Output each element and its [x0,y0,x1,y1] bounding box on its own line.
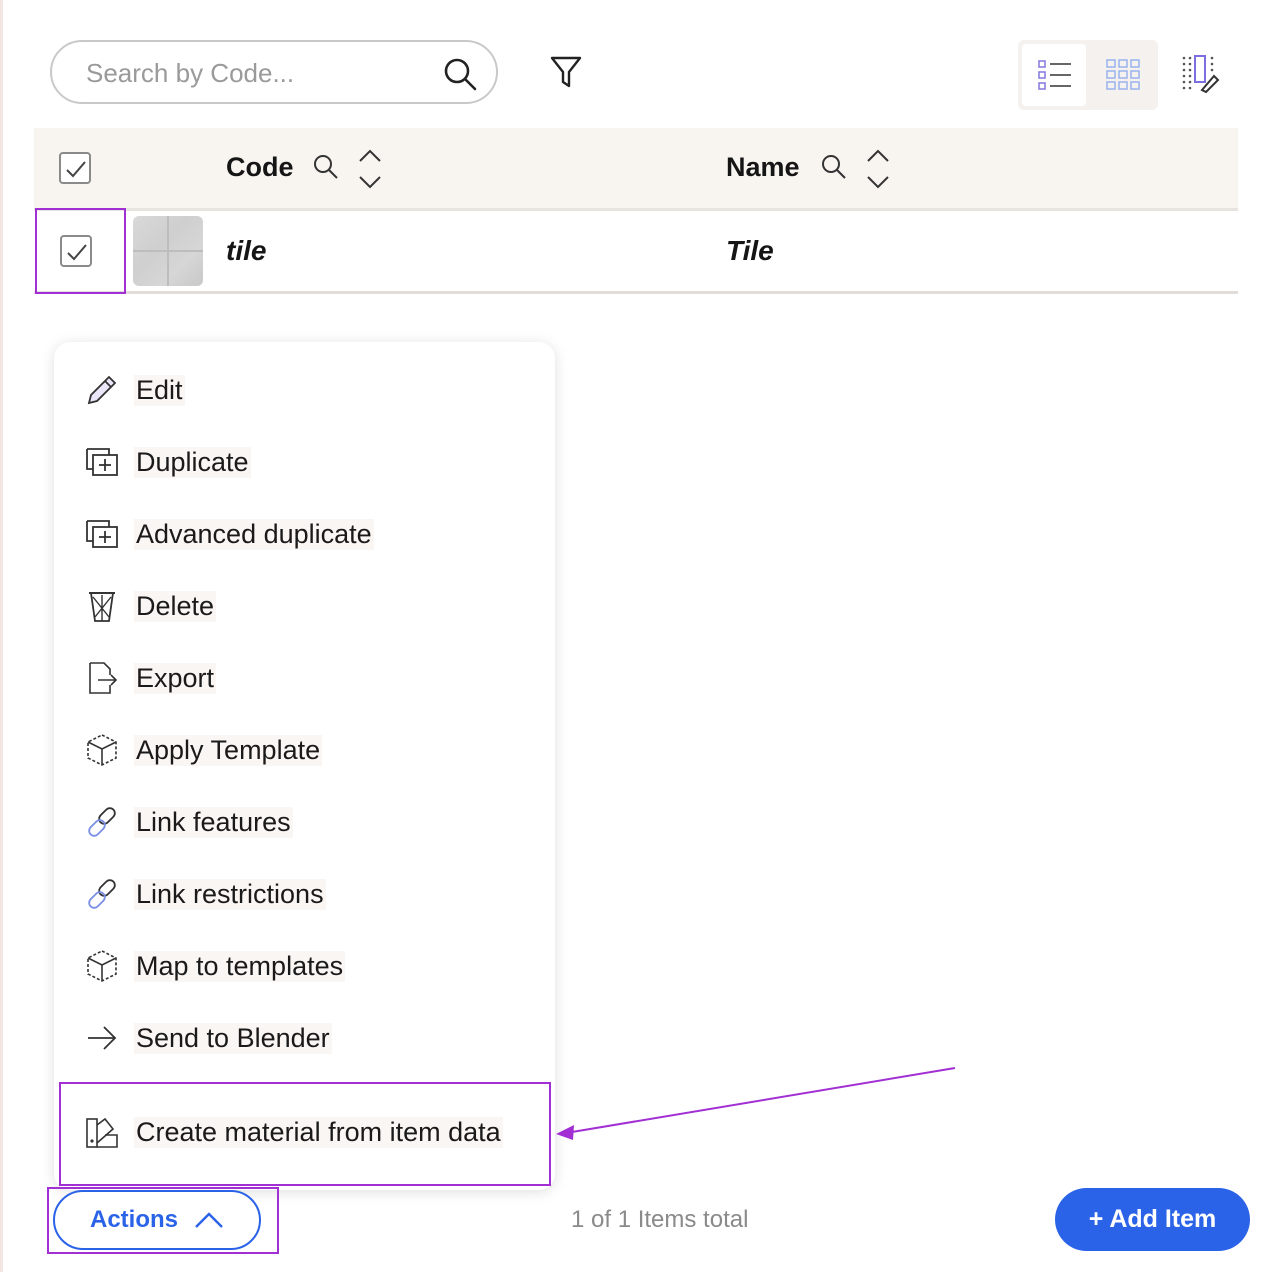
cell-name: Tile [726,235,774,266]
items-count: 1 of 1 Items total [571,1206,749,1233]
search-icon[interactable] [442,56,478,92]
chevron-up-icon [195,1212,223,1228]
cube-icon [87,734,117,766]
actions-button-label: Actions [89,1206,178,1233]
cell-code: tile [226,235,267,266]
menu-item-duplicate[interactable]: Duplicate [82,440,251,484]
duplicate-icon [86,520,118,548]
checkmark-icon [66,161,86,178]
menu-item-apply-template[interactable]: Apply Template [82,728,323,772]
sort-icon[interactable] [357,148,383,190]
list-view-icon [1038,60,1071,90]
cube-icon [87,950,117,982]
sort-icon[interactable] [865,148,891,190]
menu-item-link-features[interactable]: Link features [82,800,293,844]
column-header-code[interactable]: Code [226,152,294,183]
search-box[interactable] [50,40,498,104]
trash-icon [89,592,115,622]
link-icon [88,807,116,837]
item-thumbnail [133,216,203,286]
pencil-icon [87,375,117,405]
filter-icon[interactable] [548,54,584,92]
menu-item-export[interactable]: Export [82,656,217,700]
view-toggle [1018,40,1158,110]
menu-item-advanced-duplicate[interactable]: Advanced duplicate [82,512,374,556]
menu-item-send-to-blender[interactable]: Send to Blender [82,1016,332,1060]
grid-view-icon [1106,59,1140,90]
left-border [0,0,3,1272]
column-header-name[interactable]: Name [726,152,800,183]
add-item-label: + Add Item [1088,1205,1217,1233]
duplicate-icon [86,448,118,476]
select-all-checkbox[interactable] [59,152,91,184]
edit-columns-icon[interactable] [1180,54,1220,94]
export-icon [89,662,118,694]
arrow-right-icon [88,1026,117,1050]
annotation-highlight-checkbox [35,208,126,294]
grid-view-button[interactable] [1090,44,1154,106]
table-header [34,128,1238,211]
add-item-button[interactable]: + Add Item [1055,1188,1250,1251]
table-row[interactable] [34,211,1238,294]
menu-item-edit[interactable]: Edit [82,368,185,412]
menu-item-map-to-templates[interactable]: Map to templates [82,944,346,988]
menu-item-delete[interactable]: Delete [82,584,217,628]
column-search-icon[interactable] [313,154,339,180]
annotation-highlight-menu-item [59,1082,551,1186]
actions-button[interactable]: Actions [53,1190,261,1250]
link-icon [88,879,116,909]
menu-item-link-restrictions[interactable]: Link restrictions [82,872,326,916]
actions-menu: Edit Duplicate Advanced duplicate Delete… [54,342,555,1190]
list-view-button[interactable] [1022,44,1086,106]
column-search-icon[interactable] [821,154,847,180]
search-input[interactable] [84,54,428,92]
